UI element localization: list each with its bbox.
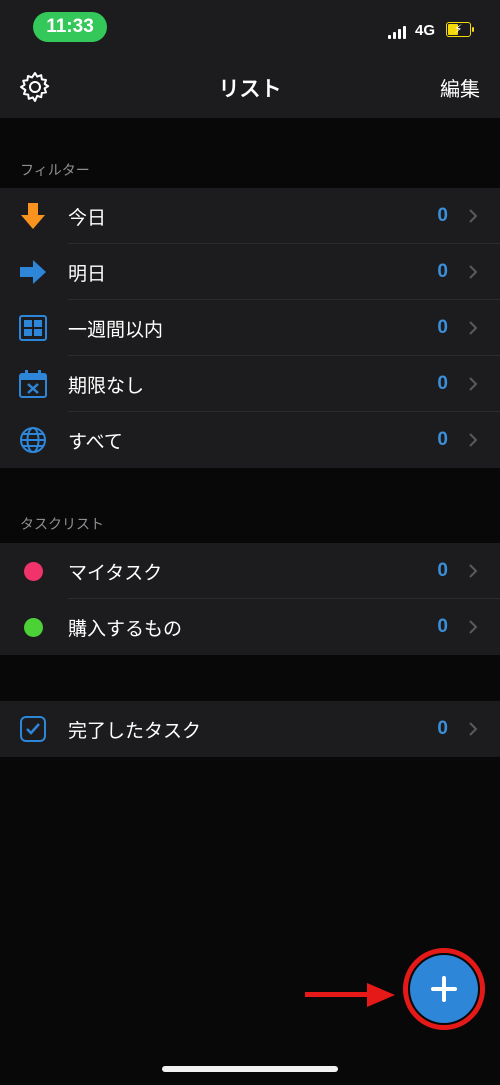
list-color-dot (24, 618, 43, 637)
page-title: リスト (218, 77, 282, 101)
filter-count: 0 (437, 261, 448, 282)
filter-label: 期限なし (68, 374, 145, 397)
status-bar: 11:33 4G ⚡ (0, 0, 500, 56)
chevron-right-icon (469, 433, 478, 447)
filter-label: 一週間以内 (68, 318, 164, 341)
down-arrow-icon (21, 203, 45, 229)
filter-today[interactable]: 今日 0 (0, 188, 500, 244)
chevron-right-icon (469, 564, 478, 578)
chevron-right-icon (469, 620, 478, 634)
filter-count: 0 (437, 205, 448, 226)
checkbox-icon (20, 716, 46, 742)
completed-label: 完了したタスク (68, 719, 202, 742)
home-indicator[interactable] (162, 1066, 338, 1072)
task-list-shopping[interactable]: 購入するもの 0 (0, 599, 500, 655)
chevron-right-icon (469, 209, 478, 223)
calendar-x-icon (19, 370, 47, 398)
task-list-count: 0 (437, 560, 448, 581)
filter-week[interactable]: 一週間以内 0 (0, 300, 500, 356)
filter-tomorrow[interactable]: 明日 0 (0, 244, 500, 300)
task-lists-header: タスクリスト (20, 517, 104, 533)
task-lists-group: マイタスク 0 購入するもの 0 (0, 543, 500, 655)
filter-no-due[interactable]: 期限なし 0 (0, 356, 500, 412)
network-label: 4G (415, 22, 436, 39)
right-arrow-icon (20, 260, 46, 284)
chevron-right-icon (469, 265, 478, 279)
completed-group: 完了したタスク 0 (0, 701, 500, 757)
battery-icon: ⚡ (446, 22, 474, 37)
task-list-count: 0 (437, 616, 448, 637)
filter-label: 明日 (68, 262, 107, 285)
add-button[interactable] (410, 955, 478, 1023)
filter-count: 0 (437, 373, 448, 394)
chevron-right-icon (469, 321, 478, 335)
filter-count: 0 (437, 317, 448, 338)
filter-label: すべて (68, 430, 123, 453)
list-color-dot (24, 562, 43, 581)
task-list-label: 購入するもの (68, 617, 183, 640)
filters-header: フィルター (20, 163, 90, 179)
navigation-bar: リスト 編集 (0, 56, 500, 118)
task-list-label: マイタスク (68, 561, 163, 584)
week-grid-icon (19, 315, 47, 341)
plus-icon (431, 976, 457, 1002)
annotation-arrow-icon (305, 983, 395, 1007)
chevron-right-icon (469, 377, 478, 391)
filters-group: 今日 0 明日 0 一週間以内 0 期限なし 0 すべて 0 (0, 188, 500, 468)
filter-count: 0 (437, 429, 448, 450)
task-list-my-tasks[interactable]: マイタスク 0 (0, 543, 500, 599)
edit-button[interactable]: 編集 (440, 73, 480, 102)
completed-count: 0 (437, 718, 448, 739)
chevron-right-icon (469, 722, 478, 736)
filter-all[interactable]: すべて 0 (0, 412, 500, 468)
globe-icon (20, 427, 46, 453)
status-time: 11:33 (33, 12, 107, 42)
completed-tasks[interactable]: 完了したタスク 0 (0, 701, 500, 757)
signal-icon (388, 25, 410, 39)
filter-label: 今日 (68, 206, 107, 229)
